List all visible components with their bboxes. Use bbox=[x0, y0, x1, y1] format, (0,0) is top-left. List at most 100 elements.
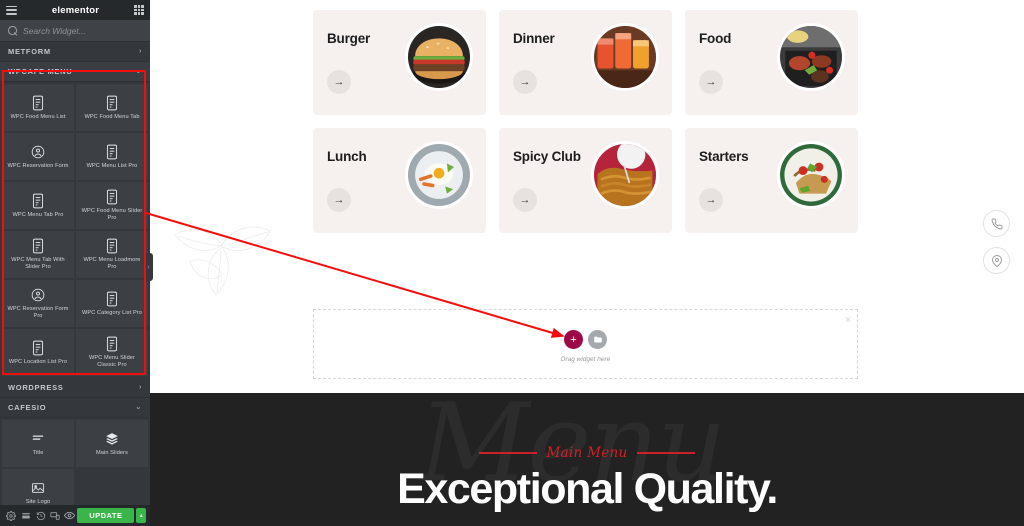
wpcafe-widget-5[interactable]: WPC Food Menu Slider Pro bbox=[76, 182, 148, 229]
menu-list-icon bbox=[106, 95, 118, 110]
menu-card-food[interactable]: Food → bbox=[685, 10, 858, 115]
menu-list-icon bbox=[106, 336, 118, 352]
card-thumbnail bbox=[591, 23, 659, 91]
card-thumbnail bbox=[405, 23, 473, 91]
menu-card-burger[interactable]: Burger → bbox=[313, 10, 486, 115]
dropzone-label: Drag widget here bbox=[560, 356, 611, 363]
widget-label: WPC Menu List Pro bbox=[86, 162, 138, 169]
menu-card-starters[interactable]: Starters → bbox=[685, 128, 858, 233]
rule-left bbox=[479, 452, 538, 454]
menu-list-icon bbox=[106, 144, 118, 159]
add-template-button[interactable] bbox=[588, 330, 607, 349]
menu-card-spicy-club[interactable]: Spicy Club → bbox=[499, 128, 672, 233]
hero-title: Exceptional Quality. bbox=[397, 465, 778, 513]
wpcafe-widget-9[interactable]: WPC Category List Pro bbox=[76, 280, 148, 327]
wpcafe-widget-8[interactable]: WPC Reservation Form Pro bbox=[2, 280, 74, 327]
search-icon bbox=[8, 26, 17, 35]
wpcafe-widget-7[interactable]: WPC Menu Loadmore Pro bbox=[76, 231, 148, 278]
phone-button[interactable] bbox=[983, 210, 1010, 237]
grid-apps-icon[interactable] bbox=[134, 5, 144, 15]
dropzone-inner: + Drag widget here bbox=[314, 330, 857, 363]
category-label: CAFESIO bbox=[8, 403, 47, 412]
menu-card-dinner[interactable]: Dinner → bbox=[499, 10, 672, 115]
location-pin-icon bbox=[991, 254, 1002, 267]
search-input[interactable] bbox=[23, 25, 142, 36]
update-button[interactable]: UPDATE bbox=[77, 508, 135, 523]
chevron-down-icon: ⌄ bbox=[135, 404, 142, 411]
navigator-icon[interactable] bbox=[19, 505, 34, 526]
category-header-wpcafe-menu[interactable]: WPCAFE MENU ⌄ bbox=[0, 62, 150, 82]
menu-cards-grid: Burger → Dinner → Food → Lunch → Spicy C… bbox=[313, 10, 858, 246]
wpcafe-widget-11[interactable]: WPC Menu Slider Classic Pro bbox=[76, 329, 148, 376]
user-circle-icon bbox=[31, 145, 45, 158]
category-header-wordpress[interactable]: WORDPRESS › bbox=[0, 378, 150, 398]
rule-right bbox=[636, 452, 695, 454]
card-row: Lunch → Spicy Club → Starters → bbox=[313, 128, 858, 233]
widget-label: Site Logo bbox=[25, 498, 51, 505]
drag-widget-dropzone[interactable]: × + Drag widget here bbox=[313, 309, 858, 379]
editor-canvas: Burger → Dinner → Food → Lunch → Spicy C… bbox=[150, 0, 1024, 526]
user-circle-icon bbox=[31, 288, 45, 302]
menu-list-icon bbox=[106, 238, 118, 254]
hamburger-icon[interactable] bbox=[6, 5, 17, 15]
widget-label: WPC Food Menu List bbox=[10, 113, 66, 120]
wpcafe-widget-3[interactable]: WPC Menu List Pro bbox=[76, 133, 148, 180]
widget-label: WPC Food Menu Slider Pro bbox=[81, 208, 143, 221]
widget-label: WPC Menu Tab With Slider Pro bbox=[11, 257, 65, 270]
card-title: Burger bbox=[327, 31, 371, 46]
panel-collapse-handle[interactable]: ‹ bbox=[144, 253, 153, 281]
menu-list-icon bbox=[106, 189, 118, 205]
wpcafe-widget-4[interactable]: WPC Menu Tab Pro bbox=[2, 182, 74, 229]
card-arrow-button[interactable]: → bbox=[513, 188, 537, 212]
hero-subtitle-row: Main Menu bbox=[150, 445, 1024, 461]
widget-label: WPC Menu Tab Pro bbox=[12, 211, 64, 218]
wpcafe-widget-0[interactable]: WPC Food Menu List bbox=[2, 84, 74, 131]
category-header-cafesio[interactable]: CAFESIO ⌄ bbox=[0, 398, 150, 418]
history-icon[interactable] bbox=[33, 505, 48, 526]
widget-label: WPC Reservation Form bbox=[7, 162, 69, 169]
category-header-metform[interactable]: METFORM › bbox=[0, 42, 150, 62]
wpcafe-widget-6[interactable]: WPC Menu Tab With Slider Pro bbox=[2, 231, 74, 278]
category-label: WORDPRESS bbox=[8, 383, 64, 392]
panel-header: elementor bbox=[0, 0, 150, 20]
card-arrow-button[interactable]: → bbox=[699, 70, 723, 94]
card-title: Spicy Club bbox=[513, 149, 581, 164]
responsive-mode-icon[interactable] bbox=[48, 505, 63, 526]
cafesio-widget-1[interactable]: Main Sliders bbox=[76, 420, 148, 467]
location-button[interactable] bbox=[983, 247, 1010, 274]
layers-icon bbox=[106, 432, 118, 445]
card-arrow-button[interactable]: → bbox=[327, 188, 351, 212]
widget-label: WPC Menu Loadmore Pro bbox=[83, 257, 141, 270]
card-thumbnail bbox=[405, 141, 473, 209]
card-thumbnail bbox=[777, 23, 845, 91]
menu-card-lunch[interactable]: Lunch → bbox=[313, 128, 486, 233]
add-widget-button[interactable]: + bbox=[564, 330, 583, 349]
title-icon bbox=[32, 435, 44, 440]
hero-subtitle: Main Menu bbox=[546, 445, 628, 461]
menu-list-icon bbox=[32, 193, 44, 208]
panel-footer-toolbar: UPDATE ▴ bbox=[0, 505, 150, 526]
widget-label: WPC Menu Slider Classic Pro bbox=[89, 355, 135, 368]
wpcafe-widget-1[interactable]: WPC Food Menu Tab bbox=[76, 84, 148, 131]
cafesio-widget-2[interactable]: Site Logo bbox=[2, 469, 74, 505]
wpcafe-widget-10[interactable]: WPC Location List Pro bbox=[2, 329, 74, 376]
widget-label: Main Sliders bbox=[96, 449, 128, 456]
panel-scroll-area[interactable]: METFORM › WPCAFE MENU ⌄ WPC Food Menu Li… bbox=[0, 42, 150, 505]
menu-list-icon bbox=[32, 238, 44, 254]
cafesio-widget-0[interactable]: Title bbox=[2, 420, 74, 467]
update-options-caret[interactable]: ▴ bbox=[136, 508, 146, 523]
wpcafe-widget-grid: WPC Food Menu List WPC Food Menu Tab WPC… bbox=[0, 82, 150, 378]
menu-list-icon bbox=[106, 291, 118, 306]
preview-eye-icon[interactable] bbox=[63, 505, 78, 526]
card-arrow-button[interactable]: → bbox=[327, 70, 351, 94]
close-icon[interactable]: × bbox=[845, 316, 851, 326]
leaf-watermark-decoration bbox=[174, 226, 271, 296]
card-arrow-button[interactable]: → bbox=[513, 70, 537, 94]
image-icon bbox=[31, 482, 45, 493]
card-arrow-button[interactable]: → bbox=[699, 188, 723, 212]
settings-gear-icon[interactable] bbox=[4, 505, 19, 526]
search-widget-row[interactable] bbox=[0, 20, 150, 42]
card-title: Dinner bbox=[513, 31, 555, 46]
menu-list-icon bbox=[32, 95, 44, 110]
wpcafe-widget-2[interactable]: WPC Reservation Form bbox=[2, 133, 74, 180]
